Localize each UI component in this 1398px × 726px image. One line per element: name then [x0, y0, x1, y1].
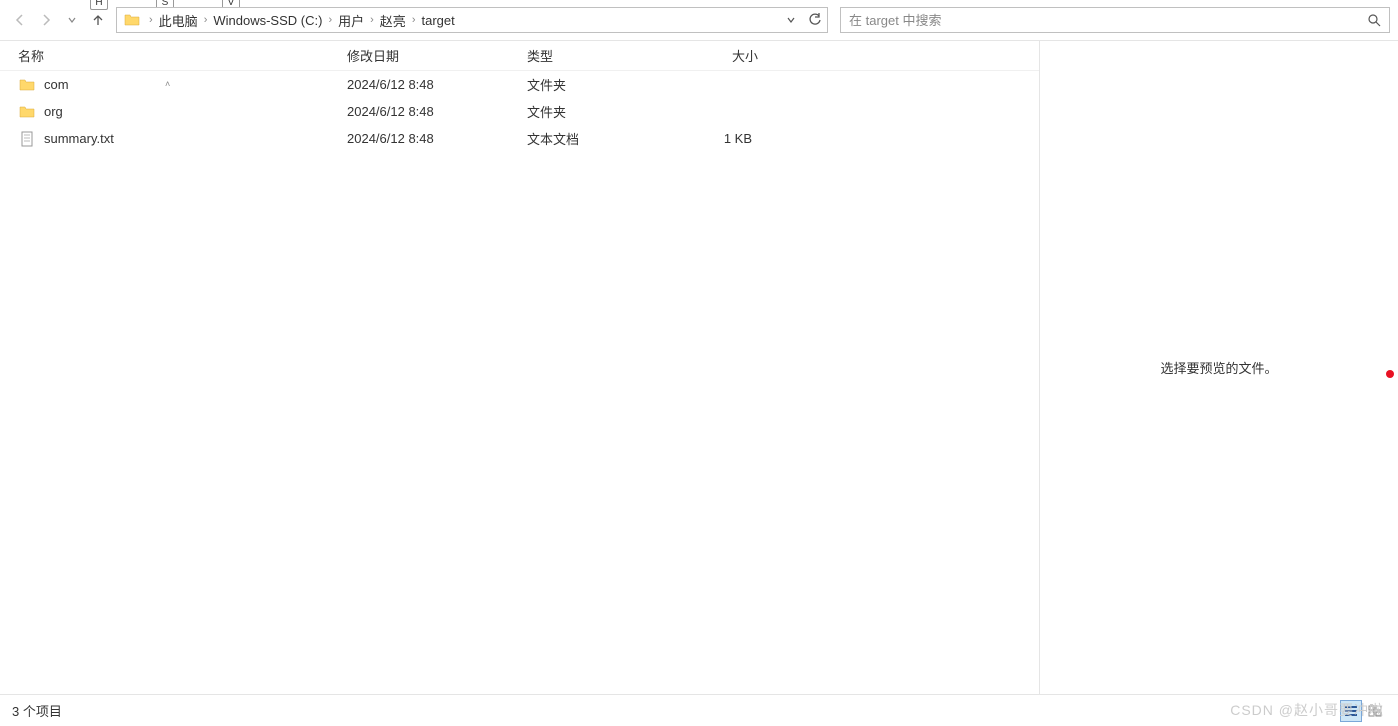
column-header-date[interactable]: 修改日期 — [335, 46, 515, 65]
file-row[interactable]: summary.txt 2024/6/12 8:48文本文档1 KB — [0, 125, 1039, 152]
view-large-icons-button[interactable] — [1364, 700, 1386, 722]
file-date: 2024/6/12 8:48 — [335, 77, 515, 92]
search-input[interactable] — [849, 13, 1367, 28]
refresh-button[interactable] — [803, 8, 827, 32]
column-header-size[interactable]: 大小 — [670, 46, 770, 65]
file-date: 2024/6/12 8:48 — [335, 131, 515, 146]
chevron-right-icon[interactable]: › — [202, 14, 210, 26]
address-bar[interactable]: › 此电脑 › Windows-SSD (C:) › 用户 › 赵亮 › tar… — [116, 7, 828, 33]
file-row[interactable]: org 2024/6/12 8:48文件夹 — [0, 98, 1039, 125]
preview-message: 选择要预览的文件。 — [1160, 358, 1277, 377]
column-headers: 名称 修改日期 类型 大小 — [0, 41, 1039, 71]
breadcrumb-item[interactable]: Windows-SSD (C:) — [209, 8, 326, 32]
folder-icon — [123, 11, 141, 29]
forward-button[interactable] — [34, 8, 58, 32]
file-name: com — [44, 77, 69, 92]
file-list-pane: ˄ 名称 修改日期 类型 大小 com2024/6/12 8:48文件夹org2… — [0, 41, 1040, 694]
file-size: 1 KB — [670, 131, 770, 146]
breadcrumb: 此电脑 › Windows-SSD (C:) › 用户 › 赵亮 › targe… — [155, 8, 779, 32]
sort-indicator-icon: ˄ — [165, 79, 170, 89]
column-header-name[interactable]: 名称 — [0, 46, 335, 65]
file-type: 文件夹 — [515, 75, 670, 94]
status-bar: 3 个项目 — [0, 694, 1398, 726]
file-name: org — [44, 104, 63, 119]
file-rows: com2024/6/12 8:48文件夹org2024/6/12 8:48文件夹… — [0, 71, 1039, 694]
breadcrumb-item[interactable]: 用户 — [334, 8, 368, 32]
file-type: 文件夹 — [515, 102, 670, 121]
folder-icon — [18, 76, 36, 94]
search-icon[interactable] — [1367, 13, 1381, 27]
file-name: summary.txt — [44, 131, 114, 146]
address-dropdown[interactable] — [779, 8, 803, 32]
breadcrumb-item[interactable]: 赵亮 — [376, 8, 410, 32]
column-header-type[interactable]: 类型 — [515, 46, 670, 65]
back-button[interactable] — [8, 8, 32, 32]
file-row[interactable]: com 2024/6/12 8:48文件夹 — [0, 71, 1039, 98]
breadcrumb-item[interactable]: 此电脑 — [155, 8, 202, 32]
recent-dropdown[interactable] — [60, 8, 84, 32]
chevron-right-icon[interactable]: › — [410, 14, 418, 26]
file-date: 2024/6/12 8:48 — [335, 104, 515, 119]
chevron-right-icon[interactable]: › — [326, 14, 334, 26]
folder-icon — [18, 103, 36, 121]
breadcrumb-item[interactable]: target — [417, 8, 458, 32]
chevron-right-icon[interactable]: › — [368, 14, 376, 26]
view-details-button[interactable] — [1340, 700, 1362, 722]
search-box[interactable] — [840, 7, 1390, 33]
status-count: 3 个项目 — [12, 701, 62, 720]
chevron-right-icon[interactable]: › — [147, 14, 155, 26]
red-dot-indicator — [1386, 370, 1394, 378]
preview-pane: 选择要预览的文件。 — [1040, 41, 1398, 694]
navigation-toolbar: › 此电脑 › Windows-SSD (C:) › 用户 › 赵亮 › tar… — [0, 6, 1398, 34]
text-file-icon — [18, 130, 36, 148]
file-type: 文本文档 — [515, 129, 670, 148]
up-button[interactable] — [86, 8, 110, 32]
